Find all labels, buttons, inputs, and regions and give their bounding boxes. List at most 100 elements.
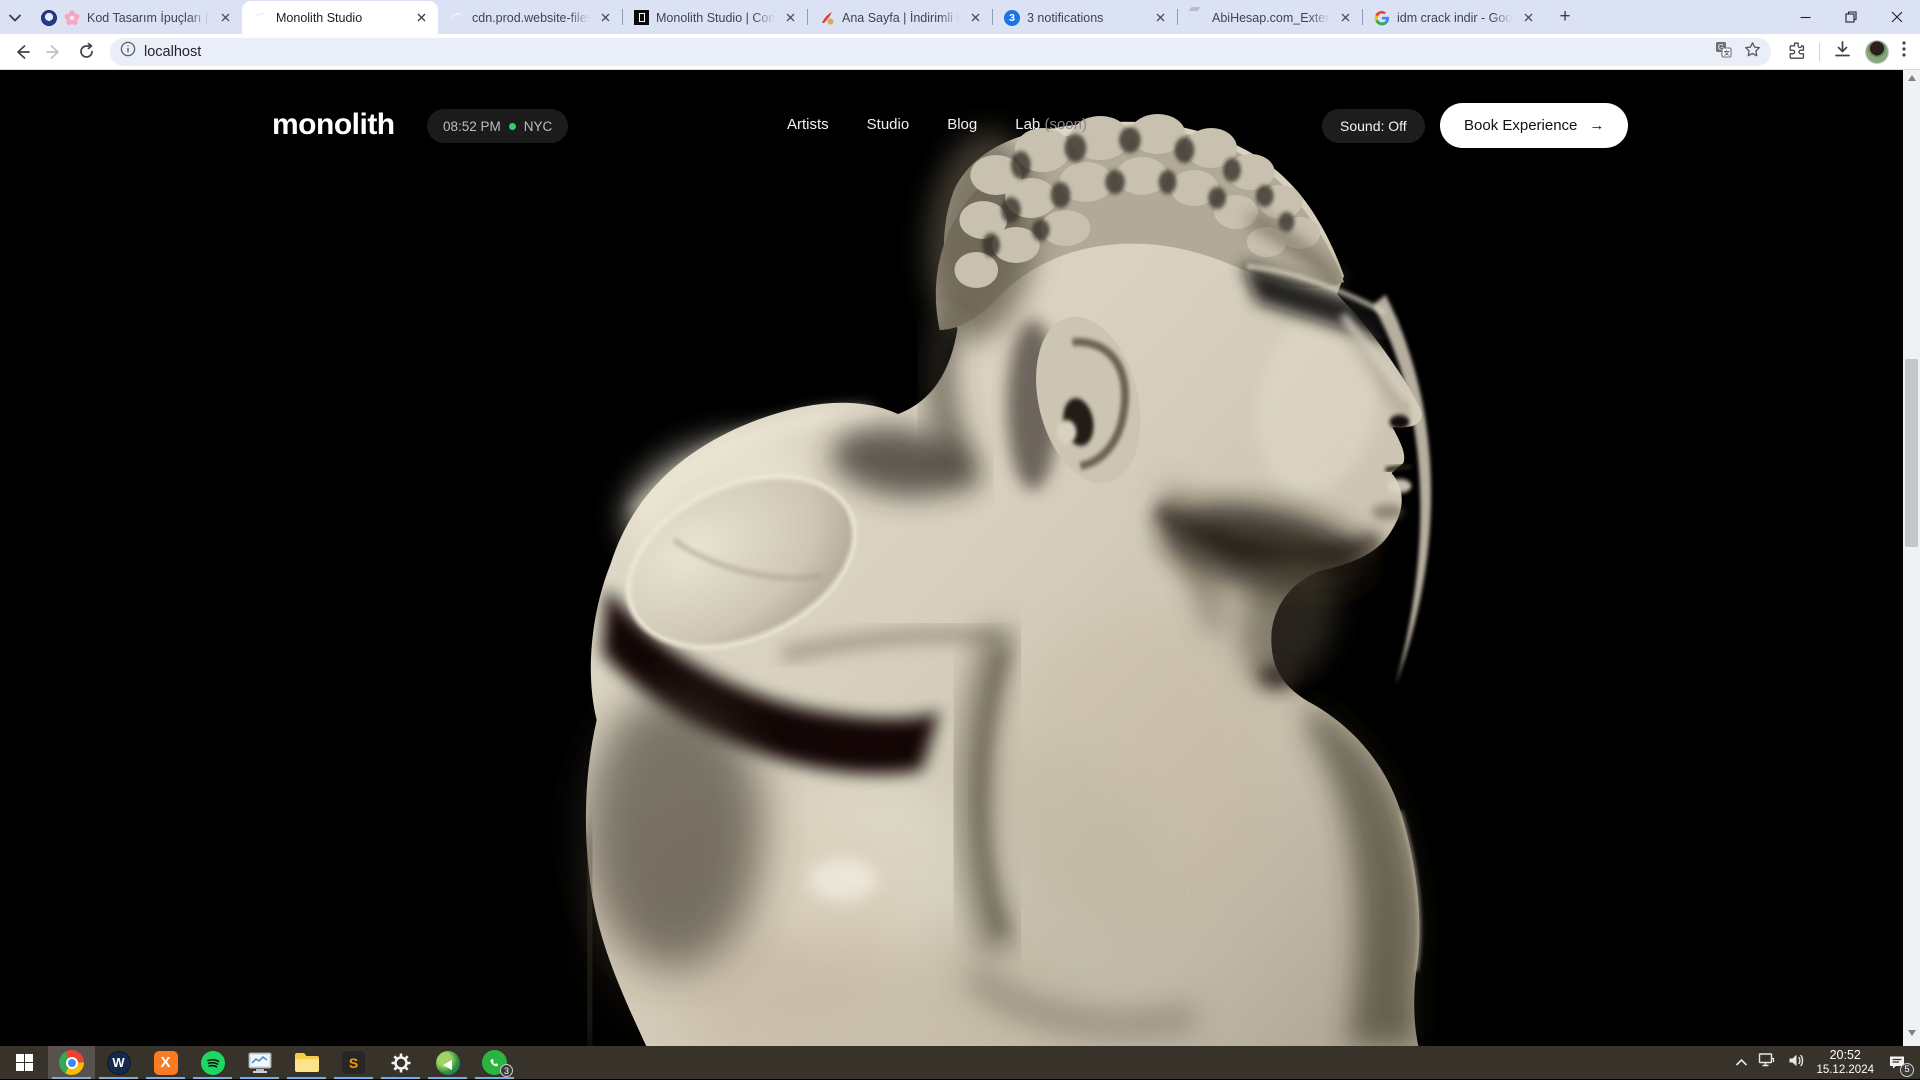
notification-count-favicon-icon: 3	[1004, 10, 1020, 26]
tray-clock[interactable]: 20:52 15.12.2024	[1816, 1048, 1874, 1078]
tab-close-icon[interactable]	[413, 10, 429, 26]
desktop: Kod Tasarım İpuçları | Monolith Studio c…	[0, 0, 1920, 1080]
cta-label: Book Experience	[1464, 117, 1577, 134]
taskbar-sublime-text[interactable]: S	[330, 1046, 377, 1079]
tab-ana-sayfa[interactable]: Ana Sayfa | İndirimli Hesa	[808, 1, 992, 34]
translate-icon[interactable]: G	[1715, 41, 1732, 63]
site-header: monolith 08:52 PM NYC Artists Studio Blo…	[0, 70, 1903, 200]
bookmark-star-icon[interactable]	[1744, 41, 1761, 63]
browser-toolbar: localhost G	[0, 34, 1920, 70]
browser-tabstrip: Kod Tasarım İpuçları | Monolith Studio c…	[0, 0, 1920, 34]
flower-favicon-icon	[64, 10, 80, 26]
tray-time: 20:52	[1816, 1048, 1874, 1064]
action-center-button[interactable]: 5	[1884, 1051, 1910, 1075]
windows-logo-icon	[16, 1054, 33, 1071]
extensions-puzzle-icon[interactable]	[1787, 40, 1806, 64]
taskbar-system-monitor[interactable]	[236, 1046, 283, 1079]
network-icon[interactable]	[1758, 1052, 1778, 1073]
arrow-right-icon: →	[1589, 117, 1604, 134]
monolith-logo-favicon-icon	[634, 10, 649, 25]
google-g-favicon-icon	[1374, 10, 1390, 26]
tab-title: AbiHesap.com_Extension_	[1212, 11, 1330, 25]
tab-title: Kod Tasarım İpuçları |	[87, 11, 210, 25]
tab-close-icon[interactable]	[782, 10, 798, 26]
toolbar-divider	[1819, 43, 1820, 61]
start-button[interactable]	[0, 1046, 48, 1079]
taskbar-file-explorer[interactable]	[283, 1046, 330, 1079]
tab-search-chevron-icon[interactable]	[0, 3, 30, 33]
nav-lab-soon-suffix: (soon)	[1044, 116, 1087, 133]
window-minimize-button[interactable]	[1782, 0, 1828, 34]
reload-button-icon[interactable]	[72, 38, 100, 66]
windscribe-icon: W	[107, 1051, 131, 1075]
tab-close-icon[interactable]	[1337, 10, 1353, 26]
taskbar-settings[interactable]	[377, 1046, 424, 1079]
whatsapp-unread-badge: 3	[500, 1064, 513, 1077]
system-tray: 20:52 15.12.2024 5	[1735, 1046, 1920, 1079]
windows-taskbar: W X S	[0, 1046, 1920, 1079]
tab-monolith-contem[interactable]: Monolith Studio | Contem	[623, 1, 807, 34]
browser-menu-icon[interactable]	[1902, 41, 1906, 62]
nav-lab[interactable]: Lab (soon)	[1015, 116, 1087, 133]
tab-close-icon[interactable]	[1520, 10, 1536, 26]
file-explorer-icon	[294, 1052, 320, 1073]
new-tab-button[interactable]: +	[1551, 3, 1579, 31]
tab-close-icon[interactable]	[1152, 10, 1168, 26]
idm-icon	[436, 1051, 460, 1075]
volume-icon[interactable]	[1788, 1053, 1806, 1073]
book-experience-button[interactable]: Book Experience →	[1440, 103, 1628, 148]
scroll-up-arrow-icon[interactable]	[1908, 75, 1916, 81]
nav-studio[interactable]: Studio	[867, 116, 910, 133]
tab-title: Ana Sayfa | İndirimli Hesa	[842, 11, 960, 25]
taskbar-whatsapp[interactable]: 3	[471, 1046, 518, 1079]
brush-favicon-icon	[819, 10, 835, 26]
tab-title: idm crack indir - Google'd	[1397, 11, 1513, 25]
notification-count-badge: 5	[1900, 1063, 1914, 1077]
taskbar-xampp[interactable]: X	[142, 1046, 189, 1079]
nav-blog[interactable]: Blog	[947, 116, 977, 133]
sound-toggle-button[interactable]: Sound: Off	[1322, 109, 1425, 143]
tab-close-icon[interactable]	[217, 10, 233, 26]
nav-artists[interactable]: Artists	[787, 116, 829, 133]
scrollbar-thumb[interactable]	[1905, 359, 1918, 547]
statue-3d-render[interactable]	[0, 70, 1903, 1046]
taskbar-spotify[interactable]	[189, 1046, 236, 1079]
tab-monolith-studio-active[interactable]: Monolith Studio	[242, 1, 438, 34]
status-dot-icon	[509, 123, 516, 130]
toolbar-actions	[1775, 40, 1912, 64]
scroll-down-arrow-icon[interactable]	[1908, 1030, 1916, 1036]
avatar-favicon-icon	[41, 10, 57, 26]
city-label: NYC	[524, 119, 553, 134]
time-value: 08:52 PM	[443, 119, 501, 134]
tray-date: 15.12.2024	[1816, 1063, 1874, 1077]
tab-kod-tasarim[interactable]: Kod Tasarım İpuçları |	[30, 1, 242, 34]
tab-close-icon[interactable]	[967, 10, 983, 26]
tab-idm-google-search[interactable]: idm crack indir - Google'd	[1363, 1, 1545, 34]
webpage-viewport: monolith 08:52 PM NYC Artists Studio Blo…	[0, 70, 1903, 1046]
tab-title: 3 notifications	[1027, 11, 1145, 25]
site-info-icon[interactable]	[120, 41, 136, 62]
back-button-icon[interactable]	[8, 38, 36, 66]
profile-avatar[interactable]	[1865, 40, 1889, 64]
xampp-icon: X	[154, 1051, 178, 1075]
window-close-button[interactable]	[1874, 0, 1920, 34]
forward-button-icon[interactable]	[40, 38, 68, 66]
tab-title: Monolith Studio | Contem	[656, 11, 775, 25]
url-text[interactable]: localhost	[144, 44, 1707, 60]
page-scrollbar[interactable]	[1903, 70, 1920, 1046]
tab-cdn-website-files[interactable]: cdn.prod.website-files.com	[438, 1, 622, 34]
tab-close-icon[interactable]	[597, 10, 613, 26]
window-controls	[1782, 0, 1920, 34]
site-logo[interactable]: monolith	[272, 108, 395, 142]
address-bar[interactable]: localhost G	[110, 38, 1771, 66]
tab-abihesap-extension[interactable]: AbiHesap.com_Extension_	[1178, 1, 1362, 34]
window-restore-button[interactable]	[1828, 0, 1874, 34]
main-navigation: Artists Studio Blog Lab (soon)	[787, 116, 1087, 133]
taskbar-idm[interactable]	[424, 1046, 471, 1079]
settings-gear-icon	[389, 1051, 413, 1075]
tab-notifications[interactable]: 3 3 notifications	[993, 1, 1177, 34]
taskbar-chrome[interactable]	[48, 1046, 95, 1079]
downloads-icon[interactable]	[1833, 40, 1852, 64]
taskbar-windscribe[interactable]: W	[95, 1046, 142, 1079]
tray-expand-chevron-icon[interactable]	[1735, 1054, 1748, 1072]
